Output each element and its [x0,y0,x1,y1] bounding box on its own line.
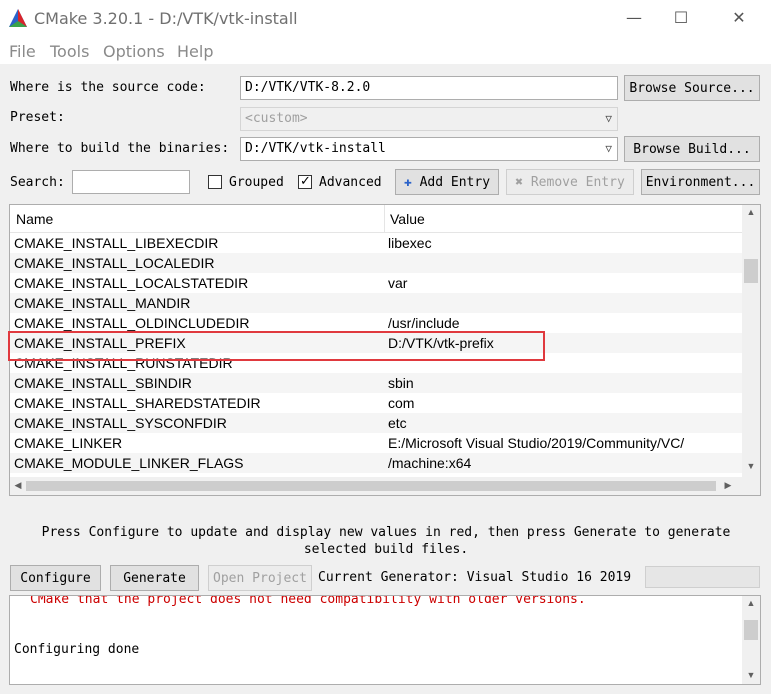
cell-value[interactable]: /usr/include [388,315,460,331]
minimize-icon[interactable]: — [619,8,649,30]
cell-value[interactable]: E:/Microsoft Visual Studio/2019/Communit… [388,435,684,451]
grouped-checkbox[interactable] [208,175,222,189]
info-line-2: selected build files. [303,542,469,557]
preset-label: Preset: [10,110,65,125]
cell-name: CMAKE_INSTALL_OLDINCLUDEDIR [14,315,250,331]
search-label: Search: [10,175,65,190]
scroll-thumb[interactable] [744,620,758,640]
menu-tools[interactable]: Tools [50,42,89,61]
table-header: Name Value [10,205,742,233]
search-input[interactable] [72,170,190,194]
info-line-1: Press Configure to update and display ne… [41,525,731,540]
menu-file[interactable]: File [9,42,36,61]
cell-name: CMAKE_INSTALL_SBINDIR [14,375,192,391]
progress-bar [645,566,760,588]
table-row[interactable]: CMAKE_INSTALL_SBINDIR sbin [10,373,742,393]
chevron-down-icon[interactable]: ▽ [605,142,612,155]
add-entry-button[interactable]: ✚ Add Entry [395,169,499,195]
check-icon: ✓ [300,173,311,188]
browse-build-button[interactable]: Browse Build... [624,136,760,162]
advanced-label[interactable]: Advanced [319,175,382,190]
plus-icon: ✚ [403,175,412,190]
menu-options[interactable]: Options [103,42,165,61]
scroll-left-icon[interactable]: ◀ [12,480,24,491]
cell-value[interactable]: /machine:x64 [388,455,471,471]
preset-value: <custom> [245,111,308,126]
cell-value[interactable]: var [388,275,407,291]
close-icon[interactable]: ✕ [724,8,754,30]
column-header-name[interactable]: Name [16,211,53,227]
column-header-value[interactable]: Value [390,211,425,227]
preset-select[interactable]: <custom> ▽ [240,107,618,131]
cell-name: CMAKE_INSTALL_LOCALSTATEDIR [14,275,249,291]
chevron-down-icon: ▽ [605,112,612,125]
grouped-label[interactable]: Grouped [229,175,284,190]
browse-source-button[interactable]: Browse Source... [624,75,760,101]
remove-entry-label: Remove Entry [530,175,625,190]
open-project-button[interactable]: Open Project [208,565,312,591]
log-line-configuring-done: Configuring done [14,642,140,657]
scroll-up-icon[interactable]: ▲ [742,598,760,608]
configure-button[interactable]: Configure [10,565,101,591]
advanced-checkbox[interactable]: ✓ [298,173,312,189]
table-row[interactable]: CMAKE_MODULE_LINKER_FLAGS/machine:x64 [10,453,742,473]
remove-icon: ✖ [515,175,524,190]
maximize-icon[interactable]: ☐ [666,8,696,30]
current-generator-text: Current Generator: Visual Studio 16 2019 [318,570,632,585]
table-row[interactable]: CMAKE_INSTALL_SYSCONFDIR etc [10,413,742,433]
window-title: CMake 3.20.1 - D:/VTK/vtk-install [34,9,298,28]
build-path-value: D:/VTK/vtk-install [245,141,386,156]
menu-help[interactable]: Help [177,42,213,61]
highlight-annotation [8,331,545,361]
generate-button[interactable]: Generate [110,565,199,591]
build-path-combo[interactable]: D:/VTK/vtk-install ▽ [240,137,618,161]
cell-name: CMAKE_INSTALL_MANDIR [14,295,191,311]
table-row[interactable]: CMAKE_INSTALL_LOCALSTATEDIR var [10,273,742,293]
source-path-field[interactable]: D:/VTK/VTK-8.2.0 [240,76,618,100]
source-label: Where is the source code: [10,80,206,95]
cell-value[interactable]: sbin [388,375,414,391]
table-row[interactable]: CMAKE_INSTALL_OLDINCLUDEDIR/usr/include [10,313,742,333]
table-row[interactable]: CMAKE_INSTALL_LIBEXECDIR libexec [10,233,742,253]
log-vertical-scrollbar[interactable]: ▲ ▼ [742,596,760,684]
table-vertical-scrollbar[interactable]: ▲ ▼ [742,205,760,477]
title-bar[interactable]: CMake 3.20.1 - D:/VTK/vtk-install — ☐ ✕ [0,0,771,38]
cell-name: CMAKE_MODULE_LINKER_FLAGS [14,455,244,471]
log-line-warning: CMake that the project does not need com… [30,595,586,607]
scroll-down-icon[interactable]: ▼ [742,670,760,680]
cell-value[interactable]: com [388,395,414,411]
cell-value[interactable]: libexec [388,235,432,251]
menu-bar: File Tools Options Help [0,38,771,64]
table-row[interactable]: CMAKE_INSTALL_SHAREDSTATEDIR com [10,393,742,413]
cmake-logo-icon [9,9,27,27]
cell-name: CMAKE_INSTALL_LIBEXECDIR [14,235,219,251]
table-row[interactable]: CMAKE_LINKER E:/Microsoft Visual Studio/2… [10,433,742,453]
column-divider[interactable] [384,205,385,233]
environment-button[interactable]: Environment... [641,169,760,195]
cell-name: CMAKE_LINKER [14,435,123,451]
scroll-up-icon[interactable]: ▲ [742,207,760,217]
remove-entry-button[interactable]: ✖ Remove Entry [506,169,634,195]
info-text: Press Configure to update and display ne… [10,524,762,558]
table-row[interactable]: CMAKE_INSTALL_MANDIR [10,293,742,313]
cell-name: CMAKE_INSTALL_SHAREDSTATEDIR [14,395,261,411]
output-log[interactable]: CMake that the project does not need com… [9,595,761,685]
cell-name: CMAKE_INSTALL_SYSCONFDIR [14,415,227,431]
scroll-thumb-horizontal[interactable] [26,481,716,491]
scroll-thumb[interactable] [744,259,758,283]
scroll-right-icon[interactable]: ▶ [722,480,734,491]
cell-value[interactable]: etc [388,415,407,431]
cell-name: CMAKE_INSTALL_LOCALEDIR [14,255,215,271]
table-horizontal-scrollbar[interactable]: ◀ ▶ [10,477,760,495]
table-row[interactable]: CMAKE_INSTALL_LOCALEDIR [10,253,742,273]
build-label: Where to build the binaries: [10,141,230,156]
scroll-down-icon[interactable]: ▼ [742,461,760,471]
add-entry-label: Add Entry [419,175,491,190]
